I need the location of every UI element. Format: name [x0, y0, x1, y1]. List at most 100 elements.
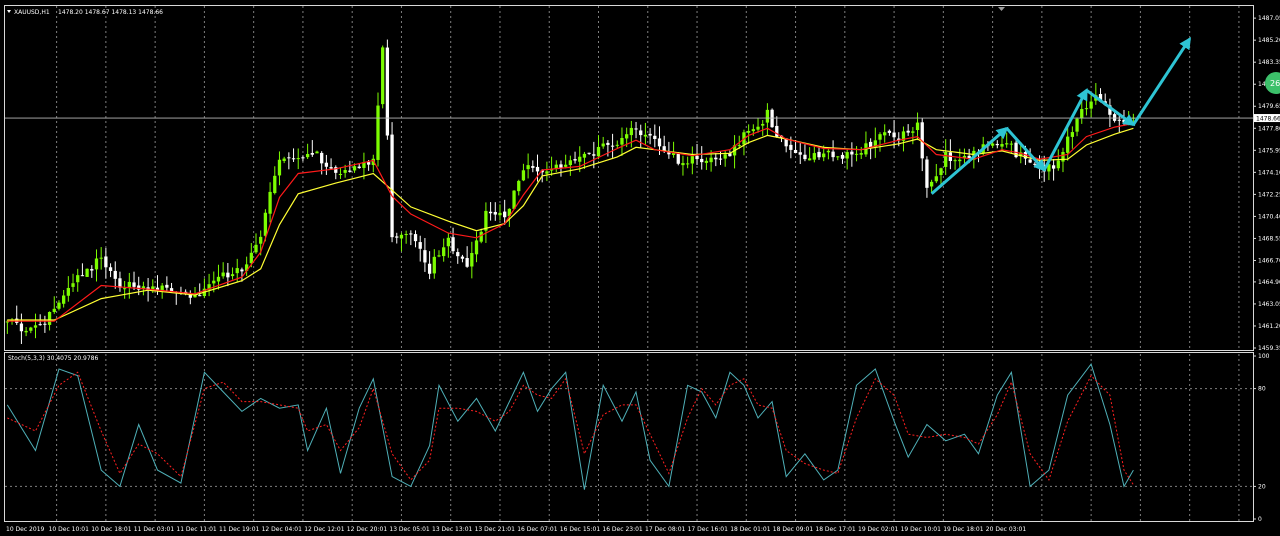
candle-body[interactable]: [432, 256, 436, 274]
candle-body[interactable]: [366, 162, 371, 165]
candle-body[interactable]: [709, 157, 713, 163]
candle-body[interactable]: [291, 158, 296, 160]
candle-body[interactable]: [573, 159, 577, 161]
candle-body[interactable]: [723, 154, 727, 159]
candle-body[interactable]: [592, 154, 596, 156]
candle-body[interactable]: [1005, 143, 1009, 145]
candle-body[interactable]: [254, 244, 258, 253]
candle-body[interactable]: [690, 156, 694, 164]
candle-body[interactable]: [775, 125, 779, 137]
candle-body[interactable]: [76, 275, 80, 283]
candle-body[interactable]: [57, 302, 61, 309]
candle-body[interactable]: [1033, 163, 1037, 165]
candle-body[interactable]: [883, 132, 887, 136]
candle-body[interactable]: [29, 327, 33, 331]
candle-body[interactable]: [404, 234, 408, 236]
candle-body[interactable]: [746, 130, 751, 133]
candle-body[interactable]: [756, 126, 760, 130]
candle-body[interactable]: [840, 154, 845, 159]
candle-body[interactable]: [911, 131, 915, 133]
candle-body[interactable]: [878, 134, 882, 140]
candle-body[interactable]: [531, 166, 535, 168]
candle-body[interactable]: [798, 152, 802, 155]
candle-body[interactable]: [545, 171, 549, 174]
candle-body[interactable]: [165, 284, 169, 288]
candle-body[interactable]: [1061, 151, 1065, 162]
candle-body[interactable]: [925, 159, 929, 188]
candle-body[interactable]: [1089, 101, 1093, 109]
candle-body[interactable]: [915, 122, 920, 131]
candle-body[interactable]: [198, 295, 202, 297]
candle-body[interactable]: [456, 252, 460, 257]
candle-body[interactable]: [390, 134, 394, 238]
candle-body[interactable]: [338, 174, 343, 176]
candle-body[interactable]: [259, 236, 263, 244]
candle-body[interactable]: [212, 280, 216, 284]
candle-body[interactable]: [559, 164, 563, 168]
candle-body[interactable]: [52, 308, 56, 312]
candle-body[interactable]: [807, 158, 812, 161]
candle-body[interactable]: [235, 268, 239, 274]
candle-body[interactable]: [610, 145, 615, 147]
candle-body[interactable]: [474, 240, 479, 255]
candle-body[interactable]: [620, 137, 624, 145]
candle-body[interactable]: [845, 152, 849, 159]
candle-body[interactable]: [939, 168, 943, 175]
candle-body[interactable]: [437, 255, 441, 257]
candle-body[interactable]: [442, 247, 446, 257]
candle-body[interactable]: [639, 130, 643, 136]
candle-body[interactable]: [958, 159, 962, 162]
candle-body[interactable]: [160, 285, 164, 291]
candle-body[interactable]: [1051, 165, 1056, 169]
candle-body[interactable]: [268, 191, 272, 214]
candle-body[interactable]: [66, 287, 70, 296]
candle-body[interactable]: [695, 155, 699, 160]
candle-body[interactable]: [488, 211, 493, 214]
candle-body[interactable]: [681, 163, 685, 166]
candle-body[interactable]: [277, 159, 282, 176]
candle-body[interactable]: [953, 160, 957, 162]
candle-body[interactable]: [737, 145, 741, 147]
candle-body[interactable]: [625, 134, 629, 139]
candle-body[interactable]: [381, 47, 385, 105]
candle-body[interactable]: [535, 166, 540, 172]
candle-body[interactable]: [446, 237, 451, 247]
candle-body[interactable]: [892, 132, 896, 138]
candle-body[interactable]: [1056, 160, 1060, 169]
candle-body[interactable]: [352, 166, 357, 171]
candle-body[interactable]: [343, 170, 347, 173]
candle-body[interactable]: [1112, 114, 1117, 121]
candle-body[interactable]: [90, 269, 94, 271]
candle-body[interactable]: [427, 263, 432, 274]
candle-body[interactable]: [413, 234, 418, 242]
candle-body[interactable]: [301, 157, 305, 159]
candle-body[interactable]: [817, 151, 821, 158]
candle-body[interactable]: [132, 282, 136, 287]
candle-body[interactable]: [310, 153, 314, 155]
candle-body[interactable]: [582, 153, 587, 158]
candle-body[interactable]: [1117, 119, 1121, 121]
candle-body[interactable]: [686, 163, 690, 165]
candle-body[interactable]: [305, 154, 310, 158]
candle-body[interactable]: [80, 275, 85, 277]
candle-body[interactable]: [770, 109, 774, 128]
candle-body[interactable]: [601, 143, 605, 147]
candle-body[interactable]: [1080, 109, 1084, 119]
candle-body[interactable]: [85, 268, 89, 277]
candle-body[interactable]: [24, 330, 28, 333]
candle-body[interactable]: [216, 276, 221, 282]
candle-body[interactable]: [859, 153, 863, 155]
candle-body[interactable]: [230, 274, 235, 277]
candle-body[interactable]: [503, 211, 507, 218]
candle-body[interactable]: [395, 236, 399, 238]
candle-body[interactable]: [568, 160, 572, 166]
candle-body[interactable]: [479, 231, 483, 242]
candle-body[interactable]: [517, 180, 521, 192]
candle-body[interactable]: [1084, 108, 1089, 110]
candle-body[interactable]: [249, 252, 253, 264]
candle-body[interactable]: [385, 47, 390, 136]
candle-body[interactable]: [1070, 132, 1075, 137]
candle-body[interactable]: [1075, 118, 1079, 132]
candle-body[interactable]: [221, 272, 225, 277]
candle-body[interactable]: [676, 153, 680, 164]
